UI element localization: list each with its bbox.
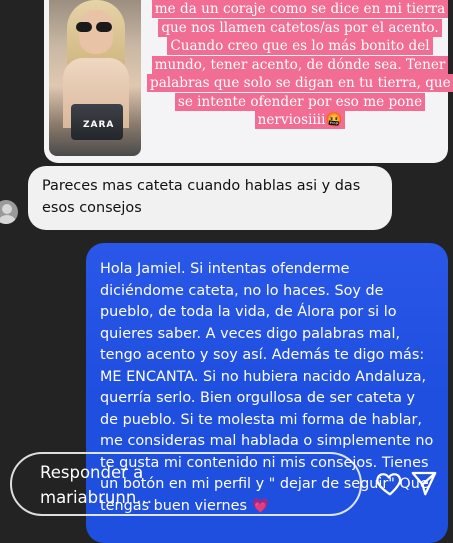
story-photo[interactable]: ZARA (49, 0, 141, 156)
send-button[interactable] (409, 468, 439, 498)
reply-placeholder: Responder a mariabrunn... (40, 463, 153, 507)
like-button[interactable] (375, 468, 405, 498)
sender-avatar[interactable] (0, 200, 18, 224)
heart-icon (376, 473, 402, 496)
photo-sunglasses (76, 22, 116, 32)
avatar-shoulders (0, 215, 17, 224)
photo-watermark: ZARA (83, 120, 115, 130)
reply-input[interactable]: Responder a mariabrunn... (10, 452, 362, 516)
default-avatar-icon (2, 204, 12, 214)
paper-plane-icon (411, 471, 437, 496)
story-overlay-text-content: me da un coraje como se dice en mi tierr… (147, 0, 453, 129)
photo-face (79, 10, 113, 54)
story-overlay-text: me da un coraje como se dice en mi tierr… (147, 0, 453, 130)
received-message-bubble[interactable]: Pareces mas cateta cuando hablas asi y d… (28, 166, 392, 230)
